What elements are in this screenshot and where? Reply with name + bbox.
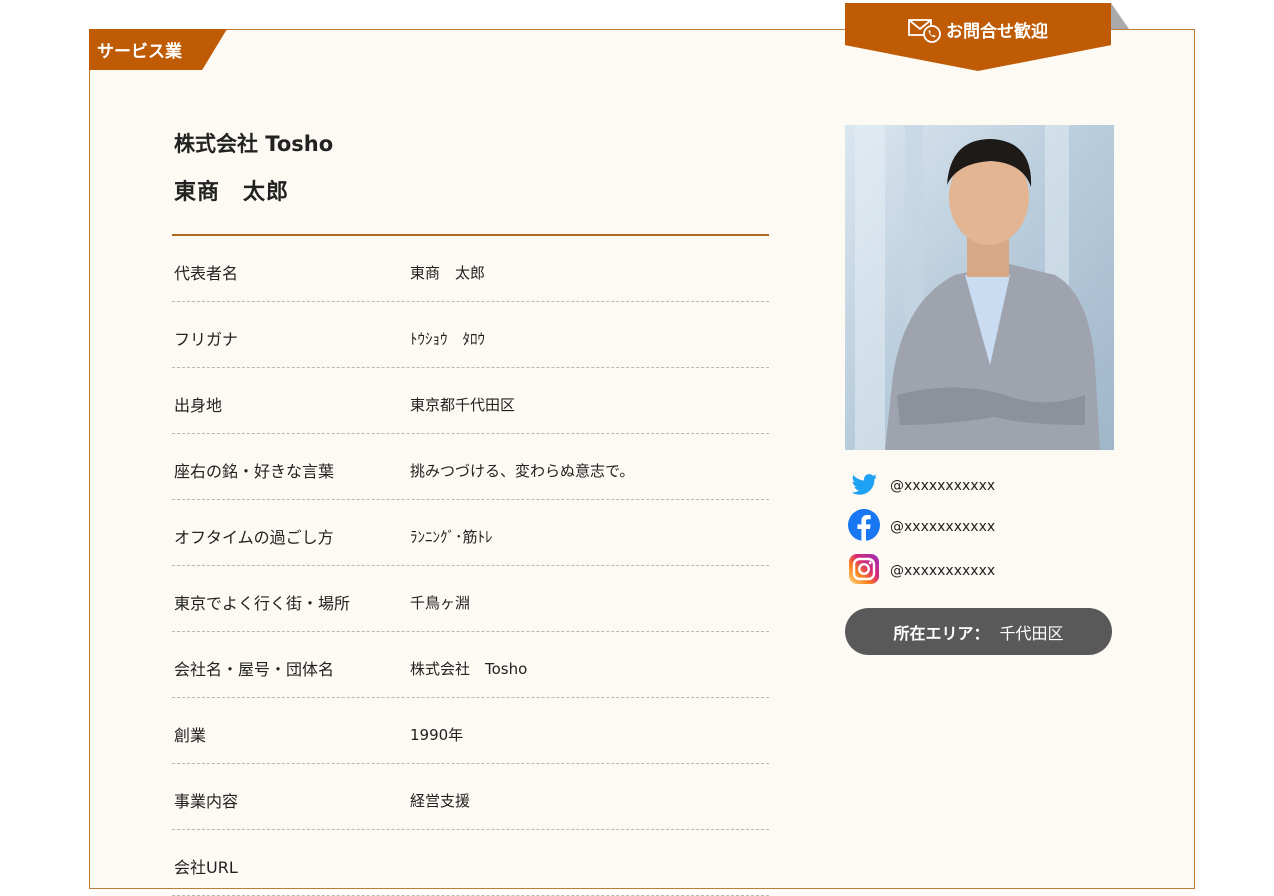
detail-row-url: 会社URL <box>172 830 769 896</box>
detail-row-offtime: オフタイムの過ごし方 ﾗﾝﾆﾝｸﾞ･筋ﾄﾚ <box>172 500 769 566</box>
ribbon-fold <box>1111 3 1129 29</box>
detail-label: 会社URL <box>174 858 238 877</box>
detail-value: 挑みつづける、変わらぬ意志で。 <box>410 462 635 480</box>
detail-label: 出身地 <box>174 396 223 415</box>
detail-label: オフタイムの過ごし方 <box>174 528 334 547</box>
facebook-handle: @xxxxxxxxxxx <box>890 519 996 535</box>
detail-row-business: 事業内容 経営支援 <box>172 764 769 830</box>
area-value: 千代田区 <box>999 623 1064 643</box>
category-label: サービス業 <box>97 42 182 62</box>
detail-row-furigana: フリガナ ﾄｳｼｮｳ ﾀﾛｳ <box>172 302 769 368</box>
detail-row-favorite-place: 東京でよく行く街・場所 千鳥ヶ淵 <box>172 566 769 632</box>
sns-facebook[interactable]: @xxxxxxxxxxx <box>848 509 1108 545</box>
detail-value: 経営支援 <box>410 792 471 810</box>
detail-label: 座右の銘・好きな言葉 <box>174 462 335 481</box>
detail-value: 東商 太郎 <box>410 264 486 282</box>
facebook-icon <box>848 509 880 545</box>
detail-value: 1990年 <box>410 726 464 744</box>
area-badge: 所在エリア： 千代田区 <box>845 608 1112 655</box>
sns-instagram[interactable]: @xxxxxxxxxxx <box>848 554 1108 588</box>
detail-row-representative: 代表者名 東商 太郎 <box>172 236 769 302</box>
detail-value: 株式会社 Tosho <box>410 660 528 678</box>
detail-value: ﾗﾝﾆﾝｸﾞ･筋ﾄﾚ <box>410 528 493 546</box>
person-name: 東商 太郎 <box>174 180 290 205</box>
detail-value: 東京都千代田区 <box>410 396 516 414</box>
instagram-handle: @xxxxxxxxxxx <box>890 563 996 579</box>
detail-value: 千鳥ヶ淵 <box>410 594 471 612</box>
area-label: 所在エリア： <box>893 623 990 643</box>
detail-label: 代表者名 <box>174 264 239 283</box>
detail-row-company: 会社名・屋号・団体名 株式会社 Tosho <box>172 632 769 698</box>
profile-photo <box>845 125 1114 450</box>
company-name: 株式会社 Tosho <box>174 132 334 156</box>
twitter-handle: @xxxxxxxxxxx <box>890 478 996 494</box>
contact-welcome-label: お問合せ歓迎 <box>946 22 1048 42</box>
instagram-icon <box>848 553 880 589</box>
detail-label: フリガナ <box>174 330 239 349</box>
detail-row-hometown: 出身地 東京都千代田区 <box>172 368 769 434</box>
sns-twitter[interactable]: @xxxxxxxxxxx <box>848 469 1108 503</box>
details-table: 代表者名 東商 太郎 フリガナ ﾄｳｼｮｳ ﾀﾛｳ 出身地 東京都千代田区 座右… <box>172 236 769 896</box>
twitter-icon <box>848 468 880 504</box>
detail-label: 事業内容 <box>174 792 239 811</box>
detail-value: ﾄｳｼｮｳ ﾀﾛｳ <box>410 330 486 348</box>
mail-phone-icon <box>908 17 942 43</box>
detail-label: 会社名・屋号・団体名 <box>174 660 335 679</box>
detail-label: 創業 <box>174 726 207 745</box>
detail-row-motto: 座右の銘・好きな言葉 挑みつづける、変わらぬ意志で。 <box>172 434 769 500</box>
detail-label: 東京でよく行く街・場所 <box>174 594 351 613</box>
detail-row-founded: 創業 1990年 <box>172 698 769 764</box>
